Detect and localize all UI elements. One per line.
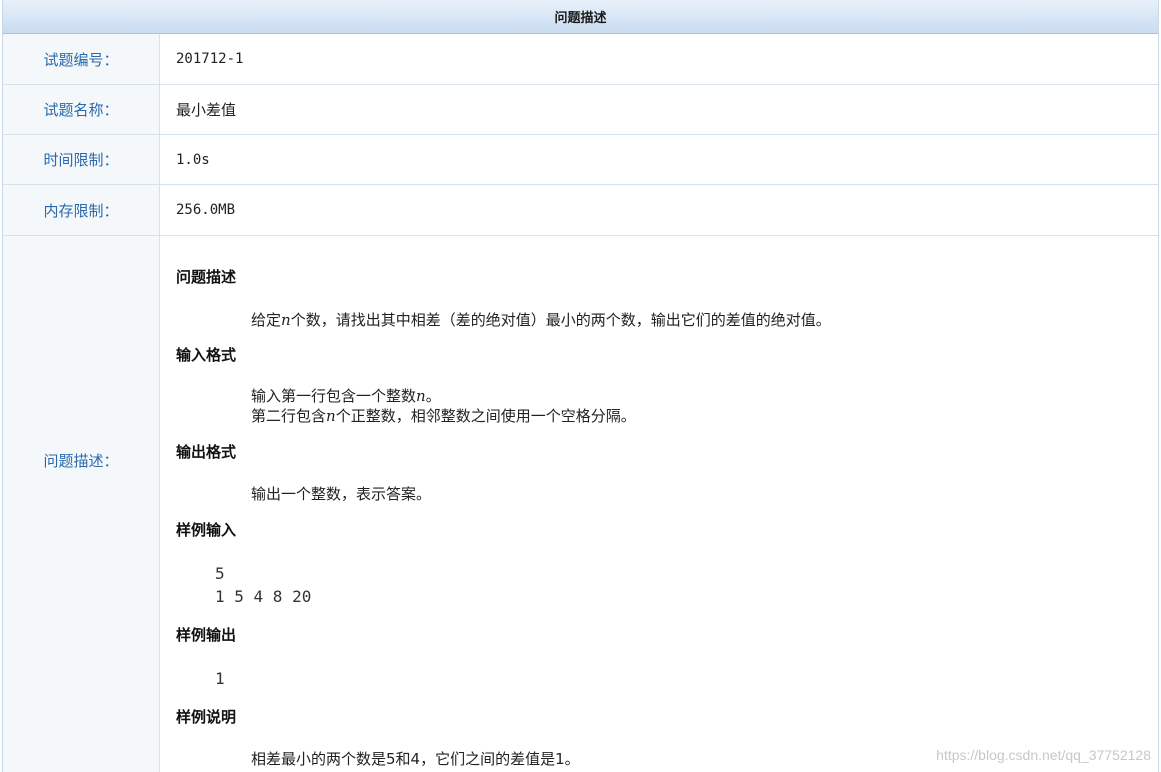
info-row-id: 试题编号： 201712-1 xyxy=(3,34,1158,85)
description-body: 问题描述 给定n个数，请找出其中相差（差的绝对值）最小的两个数，输出它们的差值的… xyxy=(160,236,1158,772)
section-title-sample-explanation: 样例说明 xyxy=(176,708,237,726)
row-label: 时间限制： xyxy=(3,135,160,184)
input-format-line2: 第二行包含n个正整数，相邻整数之间使用一个空格分隔。 xyxy=(251,406,636,426)
sample-input-line2: 1 5 4 8 20 xyxy=(215,587,312,606)
section-title-input-format: 输入格式 xyxy=(176,346,237,364)
info-row-time-limit: 时间限制： 1.0s xyxy=(3,135,1158,185)
section-title-problem: 问题描述 xyxy=(176,268,237,286)
row-value: 256.0MB xyxy=(176,202,236,218)
watermark: https://blog.csdn.net/qq_37752128 xyxy=(936,747,1151,763)
description-row: 问题描述： 问题描述 给定n个数，请找出其中相差（差的绝对值）最小的两个数，输出… xyxy=(3,236,1158,772)
header-title: 问题描述 xyxy=(554,11,607,26)
variable: n xyxy=(281,311,291,329)
text-segment: 个正整数，相邻整数之间使用一个空格分隔。 xyxy=(335,407,636,425)
row-value: 1.0s xyxy=(176,151,210,168)
sample-input-line1: 5 xyxy=(215,564,225,583)
row-label: 试题编号： xyxy=(3,34,160,84)
row-label: 内存限制： xyxy=(3,185,160,235)
text-segment: 输入第一行包含一个整数 xyxy=(251,387,417,405)
input-format-line1: 输入第一行包含一个整数n。 xyxy=(251,386,441,406)
output-format-text: 输出一个整数，表示答案。 xyxy=(251,485,432,503)
sample-output-line1: 1 xyxy=(215,669,225,688)
sample-explanation-text: 相差最小的两个数是5和4，它们之间的差值是1。 xyxy=(251,750,580,768)
variable: n xyxy=(416,387,426,405)
text-segment: 第二行包含 xyxy=(251,407,327,425)
problem-table: 问题描述 试题编号： 201712-1 试题名称： 最小差值 时间限制： 1.0… xyxy=(2,0,1159,772)
row-value: 最小差值 xyxy=(176,101,237,119)
row-label: 问题描述： xyxy=(3,236,160,772)
variable: n xyxy=(326,407,336,425)
section-title-sample-input: 样例输入 xyxy=(176,521,237,539)
info-row-memory-limit: 内存限制： 256.0MB xyxy=(3,185,1158,236)
section-title-output-format: 输出格式 xyxy=(176,443,237,461)
row-label: 试题名称： xyxy=(3,85,160,134)
problem-text: 给定n个数，请找出其中相差（差的绝对值）最小的两个数，输出它们的差值的绝对值。 xyxy=(251,310,831,330)
info-row-name: 试题名称： 最小差值 xyxy=(3,85,1158,135)
text-segment: 给定 xyxy=(251,311,282,329)
row-value: 201712-1 xyxy=(176,51,244,67)
table-header: 问题描述 xyxy=(3,0,1158,34)
section-title-sample-output: 样例输出 xyxy=(176,626,237,644)
text-segment: 。 xyxy=(425,387,441,405)
text-segment: 个数，请找出其中相差（差的绝对值）最小的两个数，输出它们的差值的绝对值。 xyxy=(290,311,831,329)
